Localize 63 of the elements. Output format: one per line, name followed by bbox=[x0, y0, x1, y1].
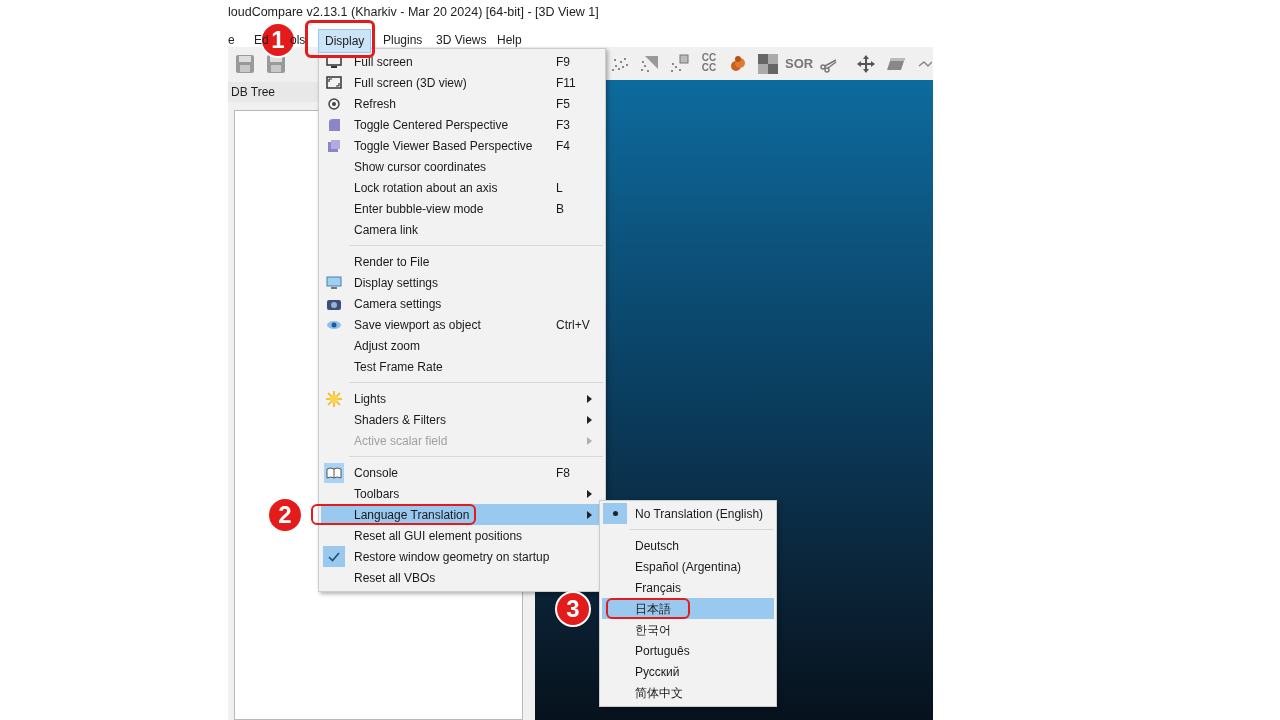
menu-item[interactable]: Plugins bbox=[377, 29, 429, 51]
shortcut-label: F11 bbox=[556, 74, 576, 92]
menu-item[interactable]: Show cursor coordinates bbox=[321, 156, 603, 177]
sun-icon bbox=[326, 390, 342, 407]
menu-item[interactable]: Console F8 bbox=[321, 462, 603, 483]
menu-item[interactable]: Toolbars bbox=[321, 483, 603, 504]
cc-icon[interactable]: CC CC bbox=[698, 53, 720, 73]
menu-item[interactable]: Deutsch bbox=[602, 535, 774, 556]
menu-item[interactable]: Display bbox=[318, 29, 372, 53]
refresh-icon bbox=[327, 96, 341, 111]
move-icon[interactable] bbox=[856, 54, 876, 74]
shortcut-label: F4 bbox=[556, 137, 570, 155]
perspective-icon bbox=[327, 138, 341, 153]
menu-item[interactable]: Full screen (3D view) F11 bbox=[321, 72, 603, 93]
menu-item[interactable]: Enter bubble-view mode B bbox=[321, 198, 603, 219]
menu-item[interactable]: Toggle Centered Perspective F3 bbox=[321, 114, 603, 135]
shortcut-label: F5 bbox=[556, 95, 570, 113]
menu-item[interactable]: Português bbox=[602, 640, 774, 661]
menu-item[interactable]: Camera settings bbox=[321, 293, 603, 314]
shortcut-label: B bbox=[556, 200, 564, 218]
shortcut-label: F3 bbox=[556, 116, 570, 134]
menu-item[interactable]: Restore window geometry on startup bbox=[321, 546, 603, 567]
menu-item[interactable]: Refresh F5 bbox=[321, 93, 603, 114]
menu-item[interactable]: 简体中文 bbox=[602, 682, 774, 703]
display-icon bbox=[326, 275, 342, 290]
window-title: loudCompare v2.13.1 (Kharkiv - Mar 20 2024) [64-bit] - [3D View 1] bbox=[228, 4, 599, 22]
menu-item[interactable]: Reset all VBOs bbox=[321, 567, 603, 588]
menu-item[interactable]: Русский bbox=[602, 661, 774, 682]
monitor-icon bbox=[326, 75, 342, 90]
shortcut-label: F8 bbox=[556, 464, 570, 482]
save-icon[interactable] bbox=[235, 54, 255, 74]
menu-item[interactable]: Display settings bbox=[321, 272, 603, 293]
checkerboard-icon[interactable] bbox=[758, 54, 778, 74]
save-icon[interactable] bbox=[266, 54, 286, 74]
menu-item[interactable]: Render to File bbox=[321, 251, 603, 272]
panel-title: DB Tree bbox=[231, 84, 275, 101]
shortcut-label: L bbox=[556, 179, 563, 197]
menu-item[interactable]: Test Frame Rate bbox=[321, 356, 603, 377]
book-icon bbox=[324, 462, 344, 483]
menu-item[interactable]: 日本語 bbox=[602, 598, 774, 619]
menu-item[interactable]: Lock rotation about an axis L bbox=[321, 177, 603, 198]
shortcut-label: F9 bbox=[556, 53, 570, 71]
menu-item[interactable]: Save viewport as object Ctrl+V bbox=[321, 314, 603, 335]
menu-item[interactable]: Shaders & Filters bbox=[321, 409, 603, 430]
menu-item[interactable]: Adjust zoom bbox=[321, 335, 603, 356]
menu-item[interactable]: Camera link bbox=[321, 219, 603, 240]
menu-item[interactable]: 3D Views bbox=[430, 29, 493, 51]
menu-item[interactable]: Lights bbox=[321, 388, 603, 409]
blob-icon[interactable] bbox=[728, 54, 748, 74]
sor-icon[interactable]: SOR bbox=[785, 56, 811, 72]
menu-item[interactable]: Español (Argentina) bbox=[602, 556, 774, 577]
menu-item[interactable]: Reset all GUI element positions bbox=[321, 525, 603, 546]
perspective-icon bbox=[327, 117, 341, 132]
menu-item[interactable]: No Translation (English) bbox=[602, 503, 774, 524]
point-cloud-icon[interactable] bbox=[669, 54, 689, 74]
menu-item[interactable]: 한국어 bbox=[602, 619, 774, 640]
menu-item[interactable]: Help bbox=[491, 29, 528, 51]
eye-icon bbox=[326, 318, 342, 331]
shortcut-label: Ctrl+V bbox=[556, 316, 590, 334]
menu-item[interactable]: e bbox=[222, 29, 241, 51]
point-cloud-icon[interactable] bbox=[639, 54, 659, 74]
menu-item[interactable]: Toggle Viewer Based Perspective F4 bbox=[321, 135, 603, 156]
menu-item[interactable]: Français bbox=[602, 577, 774, 598]
